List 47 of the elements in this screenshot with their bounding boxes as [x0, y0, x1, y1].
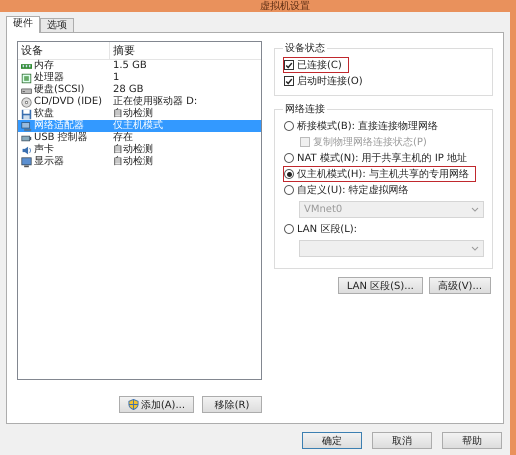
- tab[interactable]: 选项: [40, 18, 74, 32]
- processor-icon: [21, 72, 32, 84]
- dialog-button[interactable]: 帮助: [442, 432, 502, 449]
- device-summary: 自动检测: [112, 144, 154, 156]
- dialog-button[interactable]: 取消: [372, 432, 432, 449]
- device-summary: 自动检测: [112, 108, 154, 120]
- group-title: 网络连接: [284, 102, 326, 116]
- radio-option[interactable]: NAT 模式(N): 用于共享主机的 IP 地址: [283, 150, 474, 166]
- checkbox-option[interactable]: 启动时连接(O): [283, 73, 370, 89]
- checkbox-option[interactable]: 已连接(C): [283, 57, 349, 73]
- group-title: 设备状态: [284, 42, 326, 55]
- dialog-button[interactable]: 移除(R): [202, 396, 262, 413]
- column-header[interactable]: 设备: [18, 42, 110, 59]
- device-summary: 仅主机模式: [110, 120, 261, 132]
- device-summary: 1.5 GB: [112, 60, 148, 72]
- tab[interactable]: 硬件: [6, 16, 40, 33]
- dialog-button[interactable]: 确定: [302, 432, 362, 449]
- radio-option[interactable]: LAN 区段(L):: [283, 221, 364, 237]
- monitor-icon: [21, 156, 32, 168]
- caret-icon: [471, 246, 479, 251]
- disc-icon: [21, 96, 32, 108]
- device-summary: 存在: [112, 132, 133, 144]
- device-item[interactable]: 声卡: [18, 144, 110, 156]
- device-summary: 正在使用驱动器 D:: [112, 96, 198, 108]
- radio-option[interactable]: 桥接模式(B): 直接连接物理网络: [283, 118, 446, 134]
- device-item[interactable]: USB 控制器: [18, 132, 110, 144]
- dialog-button[interactable]: LAN 区段(S)...: [338, 277, 423, 294]
- usb-icon: [21, 132, 32, 144]
- floppy-icon: [21, 108, 32, 120]
- device-item[interactable]: CD/DVD (IDE): [18, 96, 110, 108]
- device-item[interactable]: 内存: [18, 60, 110, 72]
- device-item[interactable]: 处理器: [18, 72, 110, 84]
- caret-icon: [471, 207, 479, 212]
- column-header[interactable]: 摘要: [110, 43, 261, 58]
- network-adapter-icon: [21, 120, 32, 132]
- radio-option[interactable]: 仅主机模式(H): 与主机共享的专用网络: [283, 166, 476, 182]
- device-summary: 1: [112, 72, 120, 84]
- dialog-button[interactable]: 高级(V)...: [428, 277, 491, 294]
- device-item[interactable]: 硬盘(SCSI): [18, 84, 110, 96]
- device-summary: 28 GB: [112, 84, 145, 96]
- speaker-icon: [21, 144, 32, 156]
- device-summary: 自动检测: [112, 156, 154, 168]
- dialog-button[interactable]: 添加(A)...: [118, 396, 194, 413]
- radio-option[interactable]: 自定义(U): 特定虚拟网络: [283, 182, 416, 198]
- device-item[interactable]: 显示器: [18, 156, 110, 168]
- device-item[interactable]: 软盘: [18, 108, 110, 120]
- window-title: 虚拟机设置: [260, 2, 310, 12]
